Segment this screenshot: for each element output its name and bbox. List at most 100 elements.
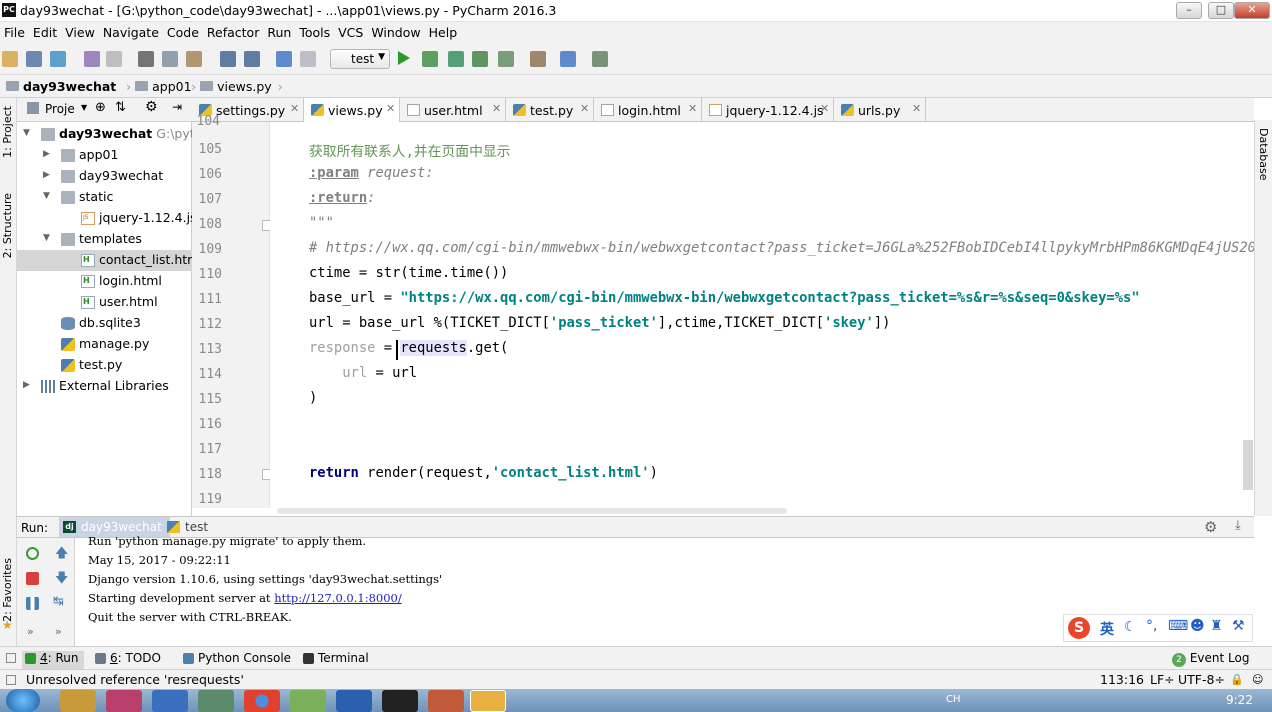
user-icon[interactable]: ☻ [1190, 618, 1205, 634]
editor-tab-urls-py[interactable]: urls.py ✕ [834, 98, 926, 122]
inspector-icon[interactable]: ☺ [1252, 673, 1263, 686]
sdk-icon[interactable] [592, 51, 608, 67]
project-tool-button[interactable]: 1: Project [1, 106, 14, 158]
close-tab-icon[interactable]: ✕ [580, 102, 589, 115]
undo-icon[interactable] [84, 51, 100, 67]
back-icon[interactable] [276, 51, 292, 67]
bottom-tab-todo[interactable]: 6: TODO [92, 651, 166, 665]
menu-window[interactable]: Window [367, 22, 424, 40]
expanded-arrow-icon[interactable]: ▼ [43, 191, 50, 201]
favorites-tool-button[interactable]: 2: Favorites [1, 558, 14, 622]
tree-item[interactable]: ▶ External Libraries [17, 376, 192, 397]
caret-position[interactable]: 113:16 [1100, 672, 1144, 687]
stop-icon[interactable] [498, 51, 514, 67]
find-icon[interactable] [220, 51, 236, 67]
bottom-tab-python-console[interactable]: Python Console [180, 651, 296, 665]
tree-item[interactable]: ▼ day93wechat G:\pytho [17, 124, 210, 145]
tree-item[interactable]: Hlogin.html [17, 271, 192, 292]
close-tab-icon[interactable]: ✕ [290, 102, 299, 115]
tree-item[interactable]: ▶ app01 [17, 145, 192, 166]
sync-icon[interactable] [50, 51, 66, 67]
gear-icon[interactable]: ⚙ [145, 99, 158, 115]
collapse-icon[interactable]: ⇅ [115, 100, 126, 115]
paste-icon[interactable] [186, 51, 202, 67]
copy-icon[interactable] [162, 51, 178, 67]
locate-icon[interactable]: ⊕ [95, 100, 106, 115]
taskbar-app-10[interactable] [470, 690, 506, 712]
taskbar-app-3[interactable] [152, 690, 188, 712]
tree-item[interactable]: ▶ day93wechat [17, 166, 192, 187]
collapsed-arrow-icon[interactable]: ▶ [23, 380, 30, 390]
menu-run[interactable]: Run [263, 22, 295, 40]
editor-tab-login-html[interactable]: login.html ✕ [594, 98, 702, 122]
stop-icon[interactable] [26, 572, 39, 585]
close-tab-icon[interactable]: ✕ [688, 102, 697, 115]
taskbar-app-4[interactable] [198, 690, 234, 712]
tree-item[interactable]: ▼ templates [17, 229, 192, 250]
taskbar-chrome[interactable] [244, 690, 280, 712]
taskbar-notepad[interactable] [290, 690, 326, 712]
keyboard-icon[interactable]: ⌨ [1168, 618, 1188, 634]
horizontal-scrollbar[interactable] [277, 508, 787, 514]
editor-tab-jquery-1-12-4-js[interactable]: jquery-1.12.4.js ✕ [702, 98, 834, 122]
tree-item[interactable]: test.py [17, 355, 192, 376]
up-arrow-icon[interactable]: 🡅 [55, 544, 68, 566]
editor-tab-test-py[interactable]: test.py ✕ [506, 98, 594, 122]
status-toggle-icon[interactable] [6, 675, 16, 685]
hide-panel-icon[interactable]: ⤓ [1235, 518, 1241, 533]
breadcrumb-item-2[interactable]: views.py [217, 79, 272, 94]
cut-icon[interactable] [138, 51, 154, 67]
open-icon[interactable] [2, 51, 18, 67]
server-url-link[interactable]: http://127.0.0.1:8000/ [274, 591, 402, 605]
tree-item[interactable]: Huser.html [17, 292, 192, 313]
editor-tab-user-html[interactable]: user.html ✕ [400, 98, 506, 122]
debug-icon[interactable] [422, 51, 438, 67]
expanded-arrow-icon[interactable]: ▼ [23, 128, 30, 138]
sogou-icon[interactable]: S [1068, 617, 1090, 639]
collapsed-arrow-icon[interactable]: ▶ [43, 149, 50, 159]
profile-icon[interactable] [472, 51, 488, 67]
more-icon[interactable]: » [27, 625, 34, 638]
soft-wrap-icon[interactable]: ↹ [53, 594, 64, 609]
run-icon[interactable] [398, 51, 410, 65]
menu-code[interactable]: Code [163, 22, 203, 40]
line-separator[interactable]: LF÷ [1150, 672, 1175, 687]
taskbar-word[interactable] [336, 690, 372, 712]
taskbar-app-2[interactable] [106, 690, 142, 712]
collapsed-arrow-icon[interactable]: ▶ [43, 170, 50, 180]
tree-item[interactable]: manage.py [17, 334, 192, 355]
bottom-tab-terminal[interactable]: Terminal [300, 651, 374, 665]
taskbar-pycharm[interactable] [382, 690, 418, 712]
taskbar-explorer[interactable] [60, 690, 96, 712]
vertical-scrollbar[interactable] [1243, 440, 1253, 490]
minimize-button[interactable]: – [1176, 2, 1202, 19]
forward-icon[interactable] [300, 51, 316, 67]
chevron-down-icon[interactable]: ▼ [81, 103, 87, 112]
tree-item[interactable]: Hcontact_list.html [17, 250, 203, 271]
event-log-button[interactable]: 2 Event Log [1172, 651, 1249, 667]
gear-icon[interactable]: ⚙ [1204, 518, 1217, 536]
bottom-tab-run[interactable]: 4: Run [22, 651, 84, 669]
start-button[interactable] [6, 689, 40, 712]
maximize-button[interactable]: □ [1208, 2, 1234, 19]
replace-icon[interactable] [244, 51, 260, 67]
more-icon[interactable]: » [55, 625, 62, 638]
punctuation-icon[interactable]: °, [1146, 618, 1157, 634]
menu-view[interactable]: View [61, 22, 99, 40]
tree-item[interactable]: JS jquery-1.12.4.js [17, 208, 197, 229]
toggle-tool-windows-icon[interactable] [6, 653, 16, 663]
tree-item[interactable]: db.sqlite3 [17, 313, 192, 334]
menu-tools[interactable]: Tools [295, 22, 334, 40]
taskbar-app-9[interactable] [428, 690, 464, 712]
language-indicator[interactable]: CH [946, 694, 961, 705]
project-view-label[interactable]: Proje [45, 102, 75, 116]
menu-edit[interactable]: Edit [29, 22, 61, 40]
clock[interactable]: 9:22 [1226, 693, 1253, 707]
database-tool-button[interactable]: Database [1257, 128, 1270, 181]
down-arrow-icon[interactable]: 🡇 [55, 569, 68, 591]
close-tab-icon[interactable]: ✕ [492, 102, 501, 115]
tree-item[interactable]: ▼ static [17, 187, 192, 208]
moon-icon[interactable]: ☾ [1124, 619, 1137, 635]
close-tab-icon[interactable]: ✕ [820, 102, 829, 115]
run-config-select[interactable]: test ▼ [330, 49, 390, 69]
